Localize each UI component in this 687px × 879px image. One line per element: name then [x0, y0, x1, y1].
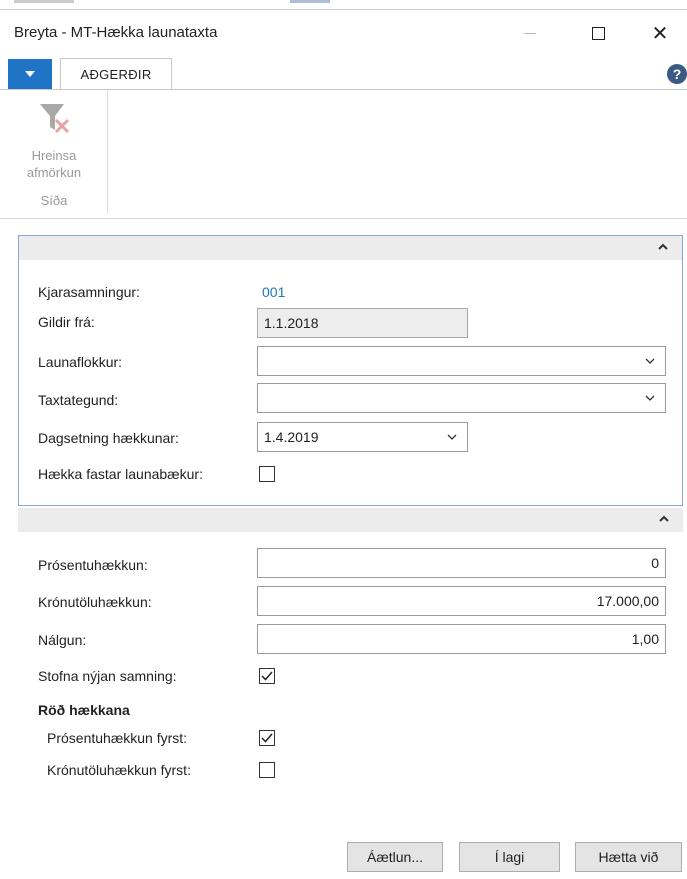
clear-filter-label-line1: Hreinsa: [31, 148, 77, 163]
percent-input[interactable]: 0: [257, 548, 666, 578]
amount-first-checkbox[interactable]: [259, 762, 275, 778]
valid-from-value: 1.1.2018: [264, 315, 319, 331]
clear-filter-label: Hreinsa afmörkun: [0, 147, 108, 181]
background-fragment: [14, 0, 74, 3]
background-fragment: [290, 0, 330, 3]
clear-filter-button[interactable]: [38, 100, 78, 140]
raise-date-label: Dagsetning hækkunar:: [38, 430, 179, 446]
chevron-up-icon: [659, 515, 669, 522]
chevron-down-icon: [25, 71, 35, 77]
wage-group-select[interactable]: [257, 346, 666, 376]
clear-filter-label-line2: afmörkun: [26, 165, 82, 180]
maximize-button[interactable]: [578, 20, 618, 46]
chevron-up-icon: [658, 243, 668, 250]
chevron-down-icon: [645, 395, 655, 401]
amount-input[interactable]: 17.000,00: [257, 586, 666, 616]
minimize-icon: [524, 32, 536, 34]
agreement-label: Kjarasamningur:: [38, 284, 140, 300]
amount-label: Krónutöluhækkun:: [38, 594, 152, 610]
new-agreement-checkbox[interactable]: [259, 668, 275, 684]
valid-from-label: Gildir frá:: [38, 314, 95, 330]
raise-fixed-checkbox[interactable]: [259, 466, 275, 482]
options-section-header[interactable]: [18, 508, 683, 532]
background-window-strip: [0, 0, 687, 10]
new-agreement-label: Stofna nýjan samning:: [38, 668, 177, 684]
order-heading: Röð hækkana: [38, 702, 130, 718]
cancel-button[interactable]: Hætta við: [575, 842, 682, 872]
ribbon-group-name: Síða: [40, 193, 68, 208]
agreement-link[interactable]: 001: [262, 284, 285, 300]
raise-date-field[interactable]: 1.4.2019: [257, 422, 468, 452]
help-icon[interactable]: ?: [667, 64, 687, 84]
close-icon: ✕: [651, 22, 669, 45]
wage-group-label: Launaflokkur:: [38, 354, 123, 370]
amount-value: 17.000,00: [596, 593, 659, 609]
checkmark-icon: [261, 733, 273, 743]
percent-first-label: Prósentuhækkun fyrst:: [47, 730, 188, 746]
clear-filter-icon: [40, 104, 70, 134]
minimize-button[interactable]: [510, 20, 550, 46]
chevron-down-icon: [447, 434, 457, 440]
raise-fixed-label: Hækka fastar launabækur:: [38, 466, 203, 482]
ribbon: Hreinsa afmörkun Síða: [0, 89, 687, 219]
window-title: Breyta - MT-Hækka launataxta: [14, 24, 218, 41]
ok-button[interactable]: Í lagi: [459, 842, 560, 872]
valid-from-field: 1.1.2018: [257, 308, 468, 338]
amount-first-label: Krónutöluhækkun fyrst:: [47, 762, 191, 778]
ribbon-group-page: Hreinsa afmörkun Síða: [0, 90, 108, 214]
general-section-header[interactable]: [19, 236, 682, 260]
plan-button[interactable]: Áætlun...: [347, 842, 443, 872]
ribbon-tab-bar: AÐGERÐIR ?: [0, 58, 687, 90]
percent-value: 0: [651, 555, 659, 571]
checkmark-icon: [261, 671, 273, 681]
tab-actions[interactable]: AÐGERÐIR: [60, 58, 172, 90]
percent-first-checkbox[interactable]: [259, 730, 275, 746]
close-button[interactable]: ✕: [640, 20, 680, 46]
rate-type-label: Taxtategund:: [38, 392, 119, 408]
maximize-icon: [591, 26, 605, 40]
percent-label: Prósentuhækkun:: [38, 557, 148, 573]
title-bar: Breyta - MT-Hækka launataxta ✕: [0, 10, 687, 52]
rounding-value: 1,00: [631, 631, 659, 647]
raise-date-value: 1.4.2019: [264, 429, 319, 445]
chevron-down-icon: [645, 358, 655, 364]
rounding-label: Nálgun:: [38, 632, 87, 648]
rounding-input[interactable]: 1,00: [257, 624, 666, 654]
app-menu-button[interactable]: [8, 59, 52, 89]
rate-type-select[interactable]: [257, 383, 666, 413]
